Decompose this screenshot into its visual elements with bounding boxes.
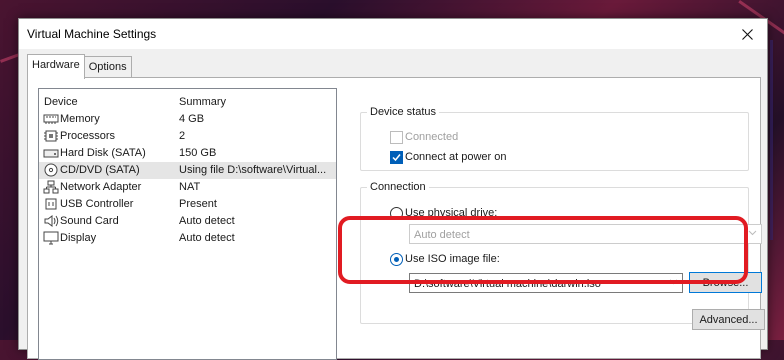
device-summary: Auto detect [179,215,235,227]
hard-disk-icon [43,149,59,158]
device-summary: 4 GB [179,113,205,125]
tab-strip: Hardware Options [27,54,132,79]
hardware-panel: Device Summary Memory 4 GB Processors 2 … [27,77,765,360]
device-row-display[interactable]: Display Auto detect [39,230,336,247]
device-summary: Present [179,198,217,210]
device-name: Hard Disk (SATA) [60,147,146,159]
connect-at-power-on-label: Connect at power on [405,151,507,163]
cd-dvd-icon [44,163,58,177]
connected-label: Connected [405,131,459,143]
device-list[interactable]: Device Summary Memory 4 GB Processors 2 … [38,88,337,360]
usb-controller-icon [45,198,57,210]
physical-drive-dropdown[interactable]: Auto detect [409,224,762,244]
network-adapter-icon [43,180,59,194]
connection-group: Connection Use physical drive: Auto dete… [360,181,762,324]
title-bar[interactable]: Virtual Machine Settings [19,19,767,49]
device-status-group: Device status Connected Connect at power… [360,106,749,171]
device-row-cd-dvd[interactable]: CD/DVD (SATA) Using file D:\software\Vir… [39,162,336,179]
device-summary: NAT [179,181,201,193]
device-name: Memory [60,113,100,125]
settings-dialog: Virtual Machine Settings Hardware Option… [18,18,768,360]
physical-drive-radio[interactable] [390,207,403,220]
column-header-summary[interactable]: Summary [179,96,226,108]
device-summary: 150 GB [179,147,217,159]
iso-image-radio[interactable] [390,253,403,266]
connection-label: Connection [367,181,429,193]
sound-card-icon [44,215,59,227]
device-name: USB Controller [60,198,134,210]
list-header: Device Summary [39,89,336,111]
advanced-button-label: Advanced... [699,313,758,326]
device-summary: Auto detect [179,232,235,244]
browse-button-label: Browse... [702,276,749,289]
iso-path-value: D:\software\Virtual machine\darwin.iso [414,278,601,290]
advanced-button[interactable]: Advanced... [692,309,765,330]
iso-path-combobox[interactable]: D:\software\Virtual machine\darwin.iso [409,273,683,293]
processor-icon [44,130,58,142]
device-summary: 2 [179,130,186,142]
device-row-usb-controller[interactable]: USB Controller Present [39,196,336,213]
device-name: Processors [60,130,116,142]
chevron-down-icon [669,279,678,285]
physical-drive-label: Use physical drive: [405,207,498,219]
connect-at-power-on-checkbox[interactable] [390,151,403,164]
device-row-hard-disk[interactable]: Hard Disk (SATA) 150 GB [39,145,336,162]
device-name: Display [60,232,97,244]
close-icon [741,28,753,40]
device-row-network-adapter[interactable]: Network Adapter NAT [39,179,336,196]
tab-hardware[interactable]: Hardware [27,54,85,79]
iso-image-label: Use ISO image file: [405,253,500,265]
device-row-memory[interactable]: Memory 4 GB [39,111,336,128]
device-name: Sound Card [60,215,119,227]
device-row-sound-card[interactable]: Sound Card Auto detect [39,213,336,230]
physical-drive-value: Auto detect [414,229,470,241]
column-header-device[interactable]: Device [44,96,78,108]
connected-checkbox[interactable] [390,131,403,144]
tab-label: Hardware [32,59,80,71]
chevron-down-icon [748,230,757,236]
tab-options[interactable]: Options [83,56,132,79]
wallpaper-accent [770,40,773,240]
device-status-label: Device status [367,106,440,118]
device-name: Network Adapter [60,181,142,193]
close-button[interactable] [727,19,767,49]
browse-button[interactable]: Browse... [689,272,762,293]
device-name: CD/DVD (SATA) [60,164,140,176]
checkmark-icon [392,154,401,162]
memory-icon [43,114,59,124]
device-row-processors[interactable]: Processors 2 [39,128,336,145]
tab-label: Options [88,61,127,73]
device-summary: Using file D:\software\Virtual... [179,164,327,176]
window-title: Virtual Machine Settings [27,27,157,41]
display-icon [43,231,59,245]
